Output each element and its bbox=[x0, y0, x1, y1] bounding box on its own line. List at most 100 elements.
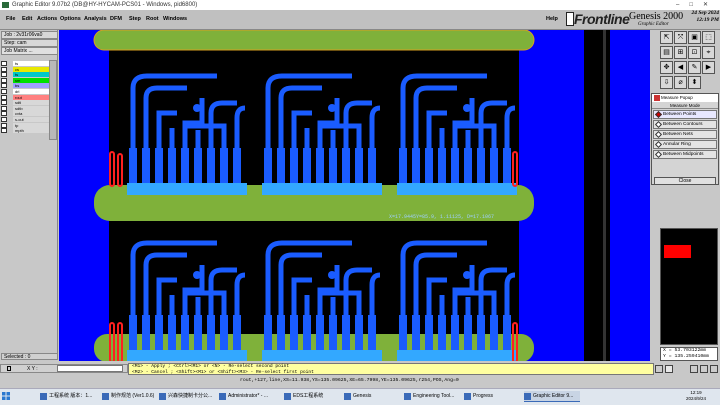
layer-checkbox[interactable] bbox=[1, 66, 7, 72]
taskbar-item-label: Administrator* - ... bbox=[228, 393, 269, 399]
close-button[interactable]: Close bbox=[654, 177, 716, 185]
layer-row[interactable]: sm bbox=[1, 77, 49, 83]
window-icon[interactable]: ⬚ bbox=[702, 31, 715, 44]
board-strip bbox=[584, 30, 610, 362]
layer-row[interactable]: tp bbox=[1, 122, 49, 128]
flip-icon[interactable]: ⬍ bbox=[688, 76, 701, 89]
layer-icon[interactable]: ▤ bbox=[660, 46, 673, 59]
status-toggle-4[interactable] bbox=[700, 365, 708, 373]
layer-checkbox[interactable] bbox=[1, 105, 7, 111]
right-arrow-icon[interactable]: ▶ bbox=[702, 61, 715, 74]
layer-name: sdtl bbox=[13, 100, 49, 106]
layer-row[interactable]: bs bbox=[1, 83, 49, 89]
menu-windows[interactable]: Windows bbox=[163, 16, 187, 22]
taskbar-item[interactable]: Administrator* - ... bbox=[219, 391, 281, 402]
layer-checkbox[interactable] bbox=[1, 83, 7, 89]
layer-name: bs bbox=[13, 83, 49, 89]
menu-edit[interactable]: Edit bbox=[22, 16, 32, 22]
edit-icon[interactable]: ✎ bbox=[688, 61, 701, 74]
taskbar-item[interactable]: Progress bbox=[464, 391, 520, 402]
layer-row[interactable]: cs bbox=[1, 66, 49, 72]
taskbar-item[interactable]: Genesis bbox=[344, 391, 400, 402]
radio-icon[interactable] bbox=[654, 120, 663, 129]
layer-checkbox[interactable] bbox=[1, 117, 7, 122]
radio-icon[interactable] bbox=[654, 130, 663, 139]
layer-checkbox[interactable] bbox=[1, 128, 7, 134]
app-icon bbox=[2, 2, 9, 8]
hint-line-2: <M2> - Cancel ; <Shift><M1> or <Shift><M… bbox=[132, 369, 314, 375]
layer-checkbox[interactable] bbox=[1, 61, 7, 66]
zoom-in-icon[interactable]: ⤧ bbox=[674, 31, 687, 44]
status-toggle-3[interactable] bbox=[690, 365, 698, 373]
measure-option[interactable]: Between Contours bbox=[653, 120, 717, 129]
radio-icon[interactable] bbox=[654, 140, 663, 149]
status-toggle-5[interactable] bbox=[710, 365, 718, 373]
measure-option[interactable]: Between Nets bbox=[653, 130, 717, 139]
menu-root[interactable]: Root bbox=[146, 16, 159, 22]
menu-actions[interactable]: Actions bbox=[37, 16, 57, 22]
taskbar-item-label: 兴森快捷制卡分公... bbox=[168, 393, 213, 399]
taskbar-item[interactable]: 工程系统 版本：1... bbox=[40, 391, 98, 402]
taskbar-item[interactable]: Engineering Tool... bbox=[404, 391, 462, 402]
menu-step[interactable]: Step bbox=[129, 16, 141, 22]
status-toggle-1[interactable] bbox=[655, 365, 663, 373]
menu-options[interactable]: Options bbox=[60, 16, 81, 22]
taskbar-clock: 12:19 2024/9/24 bbox=[682, 390, 710, 402]
taskbar-item-label: EDS工程系统 bbox=[293, 393, 324, 399]
layer-row[interactable]: drl bbox=[1, 89, 49, 94]
zoom-home-icon[interactable]: ⇱ bbox=[660, 31, 673, 44]
start-icon[interactable] bbox=[2, 392, 10, 400]
xy-input[interactable] bbox=[57, 365, 123, 372]
lock-icon[interactable] bbox=[7, 366, 11, 371]
measure-mode-options: Between Points Between Contours Between Ne… bbox=[652, 110, 718, 159]
select-icon[interactable]: ▣ bbox=[688, 31, 701, 44]
layer-row[interactable]: s-cut bbox=[1, 117, 49, 122]
layer-row[interactable]: sdtl bbox=[1, 100, 49, 106]
layer-scrollbar[interactable] bbox=[49, 60, 57, 140]
target-icon[interactable]: ⌖ bbox=[702, 46, 715, 59]
pcb-drawing: X=17.9445Y=85.9, 1.11125, D=17.1067 bbox=[93, 30, 610, 362]
layer-checkbox[interactable] bbox=[1, 94, 7, 100]
panel-rail-top bbox=[93, 30, 535, 51]
snap-icon[interactable]: ⊡ bbox=[688, 46, 701, 59]
graphic-canvas[interactable]: X=17.9445Y=85.9, 1.11125, D=17.1067 bbox=[59, 30, 650, 362]
down-arrow-icon[interactable]: ⇩ bbox=[660, 76, 673, 89]
overview-viewport[interactable] bbox=[664, 245, 691, 258]
menu-file[interactable]: File bbox=[6, 16, 15, 22]
menu-analysis[interactable]: Analysis bbox=[84, 16, 107, 22]
move-icon[interactable]: ✥ bbox=[660, 61, 673, 74]
layer-row[interactable]: mpth bbox=[1, 128, 49, 134]
layer-checkbox[interactable] bbox=[1, 122, 7, 128]
layer-row[interactable]: ts bbox=[1, 72, 49, 78]
layer-row[interactable]: rout bbox=[1, 94, 49, 100]
layer-checkbox[interactable] bbox=[1, 100, 7, 106]
layer-name: drl bbox=[13, 89, 49, 94]
radio-icon[interactable] bbox=[654, 150, 663, 159]
measure-option[interactable]: Annular Ring bbox=[653, 140, 717, 149]
layer-checkbox[interactable] bbox=[1, 77, 7, 83]
menu-dfm[interactable]: DFM bbox=[110, 16, 122, 22]
taskbar-item[interactable]: 制作规范 (Ver1.0.6) bbox=[102, 391, 157, 402]
layer-row[interactable]: ts bbox=[1, 61, 49, 66]
taskbar-item[interactable]: 兴森快捷制卡分公... bbox=[159, 391, 217, 402]
measure-icon[interactable]: ⌀ bbox=[674, 76, 687, 89]
measure-option[interactable]: Between Midpoints bbox=[653, 150, 717, 159]
measure-option[interactable]: Between Points bbox=[653, 110, 717, 119]
layer-checkbox[interactable] bbox=[1, 89, 7, 94]
layer-row[interactable]: sdtb bbox=[1, 105, 49, 111]
menu-help[interactable]: Help bbox=[546, 16, 558, 22]
status-toggle-2[interactable] bbox=[665, 365, 673, 373]
layer-checkbox[interactable] bbox=[1, 111, 7, 117]
layer-name: ts bbox=[13, 72, 49, 78]
layer-row[interactable]: cvta bbox=[1, 111, 49, 117]
left-arrow-icon[interactable]: ◀ bbox=[674, 61, 687, 74]
taskbar-item[interactable]: EDS工程系统 bbox=[284, 391, 340, 402]
radio-icon[interactable] bbox=[654, 110, 663, 119]
taskbar-item[interactable]: Graphic Editor 9... bbox=[524, 391, 580, 402]
grid-icon[interactable]: ⊞ bbox=[674, 46, 687, 59]
job-label: Job : 2v31r06va0 bbox=[1, 31, 58, 39]
product-name: Genesis 2000 bbox=[629, 11, 684, 22]
layer-checkbox[interactable] bbox=[1, 72, 7, 78]
window-controls[interactable]: –□✕ bbox=[676, 0, 718, 10]
job-matrix-button[interactable]: Job Matrix ... bbox=[1, 47, 58, 55]
